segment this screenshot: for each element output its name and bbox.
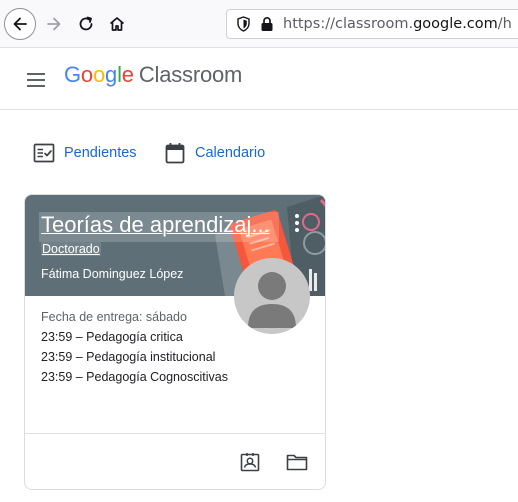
assignment-item[interactable]: 23:59 – Pedagogía critica: [41, 330, 183, 344]
calendar-link[interactable]: Calendario: [164, 141, 265, 165]
address-bar[interactable]: https://classroom.google.com/h: [226, 9, 518, 39]
lock-icon[interactable]: [257, 14, 277, 34]
calendar-icon: [164, 142, 186, 164]
main-menu-button[interactable]: [24, 68, 48, 92]
calendar-label[interactable]: Calendario: [195, 145, 265, 161]
teacher-name: Fátima Dominguez López: [41, 267, 184, 281]
reload-icon: [79, 16, 93, 31]
arrow-left-icon: [13, 17, 27, 31]
home-icon: [109, 17, 125, 31]
due-date-label: Fecha de entrega: sábado: [41, 310, 187, 324]
browser-toolbar: https://classroom.google.com/h: [0, 0, 518, 48]
forward-button[interactable]: [38, 8, 70, 40]
portfolio-icon: [240, 453, 260, 472]
arrow-right-icon: [47, 17, 61, 31]
folder-icon: [286, 454, 308, 471]
reload-button[interactable]: [70, 8, 102, 40]
more-options-icon[interactable]: [287, 211, 307, 235]
teacher-avatar: [234, 258, 310, 334]
back-button[interactable]: [4, 8, 36, 40]
class-section[interactable]: Doctorado: [41, 242, 101, 256]
shield-icon[interactable]: [233, 14, 253, 34]
google-classroom-logo[interactable]: Google Classroom: [64, 62, 242, 88]
home-button[interactable]: [101, 8, 133, 40]
pending-label[interactable]: Pendientes: [64, 145, 137, 161]
app-header: Google Classroom: [0, 49, 518, 110]
assignment-item[interactable]: 23:59 – Pedagogía Cognoscitivas: [41, 370, 228, 384]
your-work-button[interactable]: [238, 450, 262, 474]
pending-link[interactable]: Pendientes: [33, 141, 137, 165]
assignment-checklist-icon: [33, 142, 55, 164]
class-card[interactable]: Teorías de aprendizaj... Doctorado Fátim…: [24, 194, 326, 490]
assignment-item[interactable]: 23:59 – Pedagogía institucional: [41, 350, 215, 364]
class-card-footer: [25, 433, 325, 489]
person-icon: [248, 272, 296, 328]
class-title[interactable]: Teorías de aprendizaj...: [39, 212, 279, 242]
url-text: https://classroom.google.com/h: [283, 16, 512, 32]
drive-folder-button[interactable]: [285, 450, 309, 474]
